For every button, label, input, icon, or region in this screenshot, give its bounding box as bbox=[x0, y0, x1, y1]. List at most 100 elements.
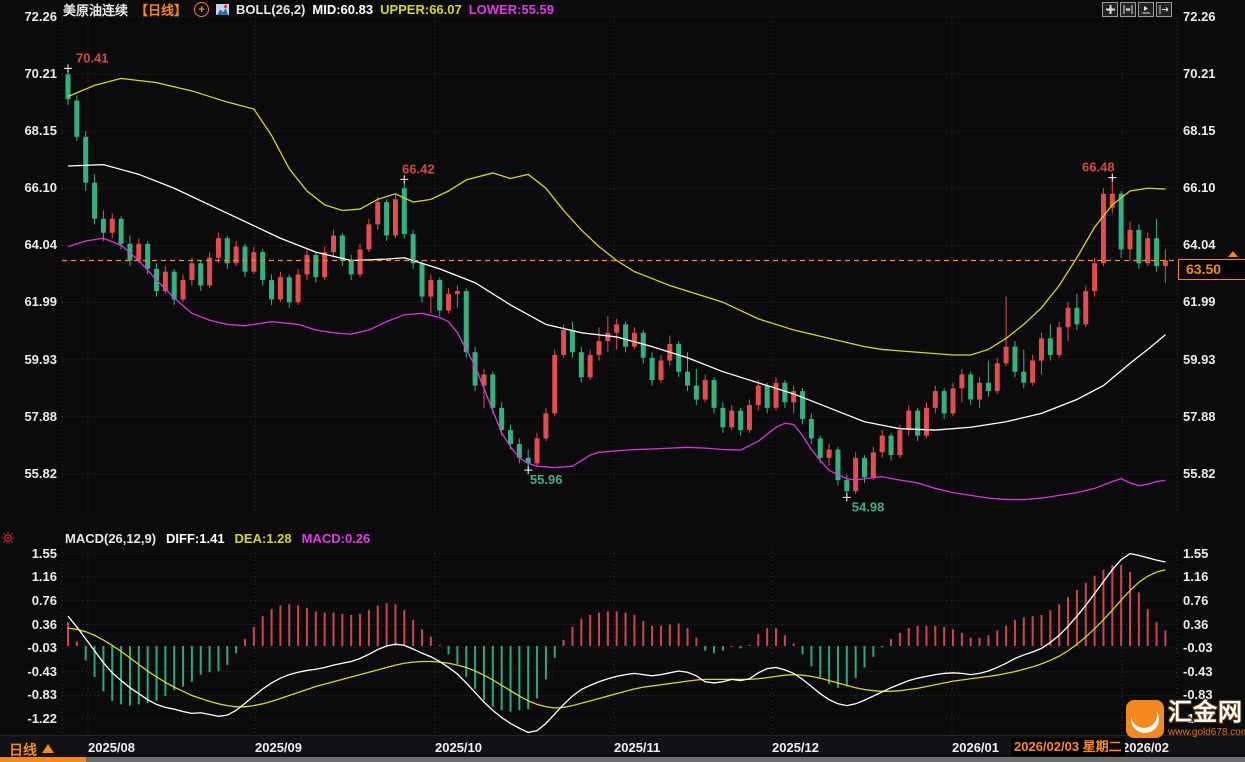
macd-hist-bar bbox=[190, 646, 193, 682]
fit-width-icon[interactable] bbox=[1120, 2, 1136, 17]
macd-hist-bar bbox=[367, 610, 370, 646]
symbol-name: 美原油连续 bbox=[63, 3, 129, 18]
candle-body bbox=[224, 238, 230, 264]
candle-body bbox=[676, 343, 682, 372]
candle-body bbox=[853, 457, 859, 492]
boll-lower-value: LOWER:55.59 bbox=[468, 2, 554, 17]
candle-body bbox=[490, 374, 496, 408]
candle-body bbox=[463, 291, 469, 353]
macd-hist-bar bbox=[934, 625, 937, 646]
last-price-tag: 63.50 bbox=[1178, 259, 1245, 280]
candle-body bbox=[578, 352, 584, 378]
macd-hist-bar bbox=[137, 646, 140, 705]
candle-body bbox=[817, 438, 823, 458]
chart-app: 70.41 66.42 66.48 55.96 54.98 美原油连续 【日线】 + B… bbox=[0, 0, 1245, 762]
price-axis-label: 61.99 bbox=[1183, 294, 1216, 310]
macd-hist-bar bbox=[1040, 615, 1043, 646]
macd-hist-bar bbox=[721, 646, 724, 651]
macd-hist-bar bbox=[783, 635, 786, 646]
macd-hist-bar bbox=[102, 646, 105, 692]
candle-body bbox=[74, 100, 80, 137]
price-axis-label: 64.04 bbox=[24, 237, 57, 253]
annotation-cross-icon bbox=[842, 493, 851, 502]
macd-hist-bar bbox=[208, 646, 211, 673]
candle-body bbox=[985, 382, 991, 392]
candle-body bbox=[808, 418, 814, 439]
macd-hist-bar bbox=[474, 646, 477, 689]
candle-body bbox=[915, 410, 921, 436]
candle-body bbox=[419, 263, 425, 297]
candle-body bbox=[198, 263, 204, 286]
mini-chart-icon[interactable] bbox=[216, 4, 230, 15]
candle-body bbox=[649, 357, 655, 381]
macd-hist-bar bbox=[261, 616, 264, 646]
macd-hist-bar bbox=[1093, 575, 1096, 646]
boll-upper-value: UPPER:66.07 bbox=[380, 2, 462, 17]
candle-body bbox=[605, 332, 611, 342]
macd-hist-bar bbox=[421, 629, 423, 646]
macd-hist-bar bbox=[1013, 619, 1016, 646]
pan-right-icon[interactable] bbox=[1156, 2, 1172, 17]
crosshair-icon[interactable] bbox=[1102, 2, 1118, 17]
macd-axis-label: -1.22 bbox=[27, 710, 57, 726]
price-annotation: 66.42 bbox=[402, 161, 435, 176]
candle-body bbox=[331, 235, 336, 253]
macd-hist-bar bbox=[739, 646, 742, 649]
period-up-triangle-icon[interactable] bbox=[42, 744, 54, 753]
macd-axis-label: 1.16 bbox=[1183, 568, 1209, 584]
macd-axis-label: 0.36 bbox=[1183, 616, 1209, 632]
macd-hist-bar bbox=[819, 646, 822, 677]
candle-body bbox=[145, 243, 151, 269]
candle-body bbox=[906, 410, 912, 431]
time-axis-bar[interactable]: 日线 2026/02/03 星期二 2025/08 2025/09 2025/10 2… bbox=[0, 735, 1245, 758]
candle-body bbox=[207, 257, 213, 286]
macd-hist-bar bbox=[606, 611, 609, 646]
horizontal-scrollbar[interactable] bbox=[0, 757, 1245, 762]
site-logo: 汇金网 www.gold678.com bbox=[1126, 700, 1245, 738]
logo-swirl-icon bbox=[1126, 700, 1164, 738]
macd-hist-bar bbox=[562, 640, 565, 646]
macd-hist-bar bbox=[341, 613, 344, 646]
boll-line bbox=[67, 77, 1166, 356]
candle-body bbox=[685, 371, 690, 386]
macd-hist-bar bbox=[916, 625, 919, 646]
candle-body bbox=[631, 332, 637, 347]
scrollbar-active-segment[interactable] bbox=[0, 757, 86, 762]
candle-body bbox=[826, 449, 832, 458]
candle-body bbox=[711, 380, 717, 408]
period-tag[interactable]: 【日线】 bbox=[135, 0, 187, 19]
candle-body bbox=[446, 293, 452, 311]
macd-hist-bar bbox=[500, 646, 503, 711]
macd-hist-bar bbox=[394, 604, 397, 646]
candle-body bbox=[1012, 346, 1018, 372]
macd-hist-bar bbox=[863, 646, 866, 668]
macd-hist-bar bbox=[252, 626, 255, 646]
macd-hist-bar bbox=[695, 637, 698, 646]
candle-body bbox=[569, 329, 575, 353]
indicator-settings-icon[interactable] bbox=[1, 531, 15, 545]
month-label: 2025/11 bbox=[614, 740, 661, 755]
candle-body bbox=[844, 480, 850, 492]
macd-hist-bar bbox=[1067, 597, 1070, 646]
macd-hist-bar bbox=[75, 641, 78, 646]
price-macd-chart[interactable]: 70.41 66.42 66.48 55.96 54.98 bbox=[0, 0, 1245, 757]
candle-body bbox=[109, 218, 115, 233]
macd-hist-bar bbox=[120, 646, 123, 705]
candle-body bbox=[1047, 338, 1053, 356]
annotation-cross-icon bbox=[64, 64, 72, 73]
candle-body bbox=[428, 279, 434, 297]
candle-body bbox=[348, 260, 354, 275]
macd-hist-bar bbox=[164, 646, 167, 697]
candle-body bbox=[189, 263, 195, 280]
candle-body bbox=[977, 382, 983, 400]
macd-hist-bar bbox=[890, 638, 893, 646]
month-label: 2025/08 bbox=[88, 740, 135, 755]
boll-line bbox=[67, 163, 1166, 431]
circle-plus-icon[interactable]: + bbox=[194, 2, 210, 17]
macd-hist-bar bbox=[173, 646, 176, 691]
macd-axis-label: -0.03 bbox=[27, 639, 57, 655]
macd-hist-bar bbox=[1022, 617, 1025, 646]
play-forward-icon[interactable] bbox=[1138, 2, 1154, 17]
month-label: 2025/12 bbox=[772, 740, 819, 755]
macd-hist-bar bbox=[836, 646, 839, 688]
